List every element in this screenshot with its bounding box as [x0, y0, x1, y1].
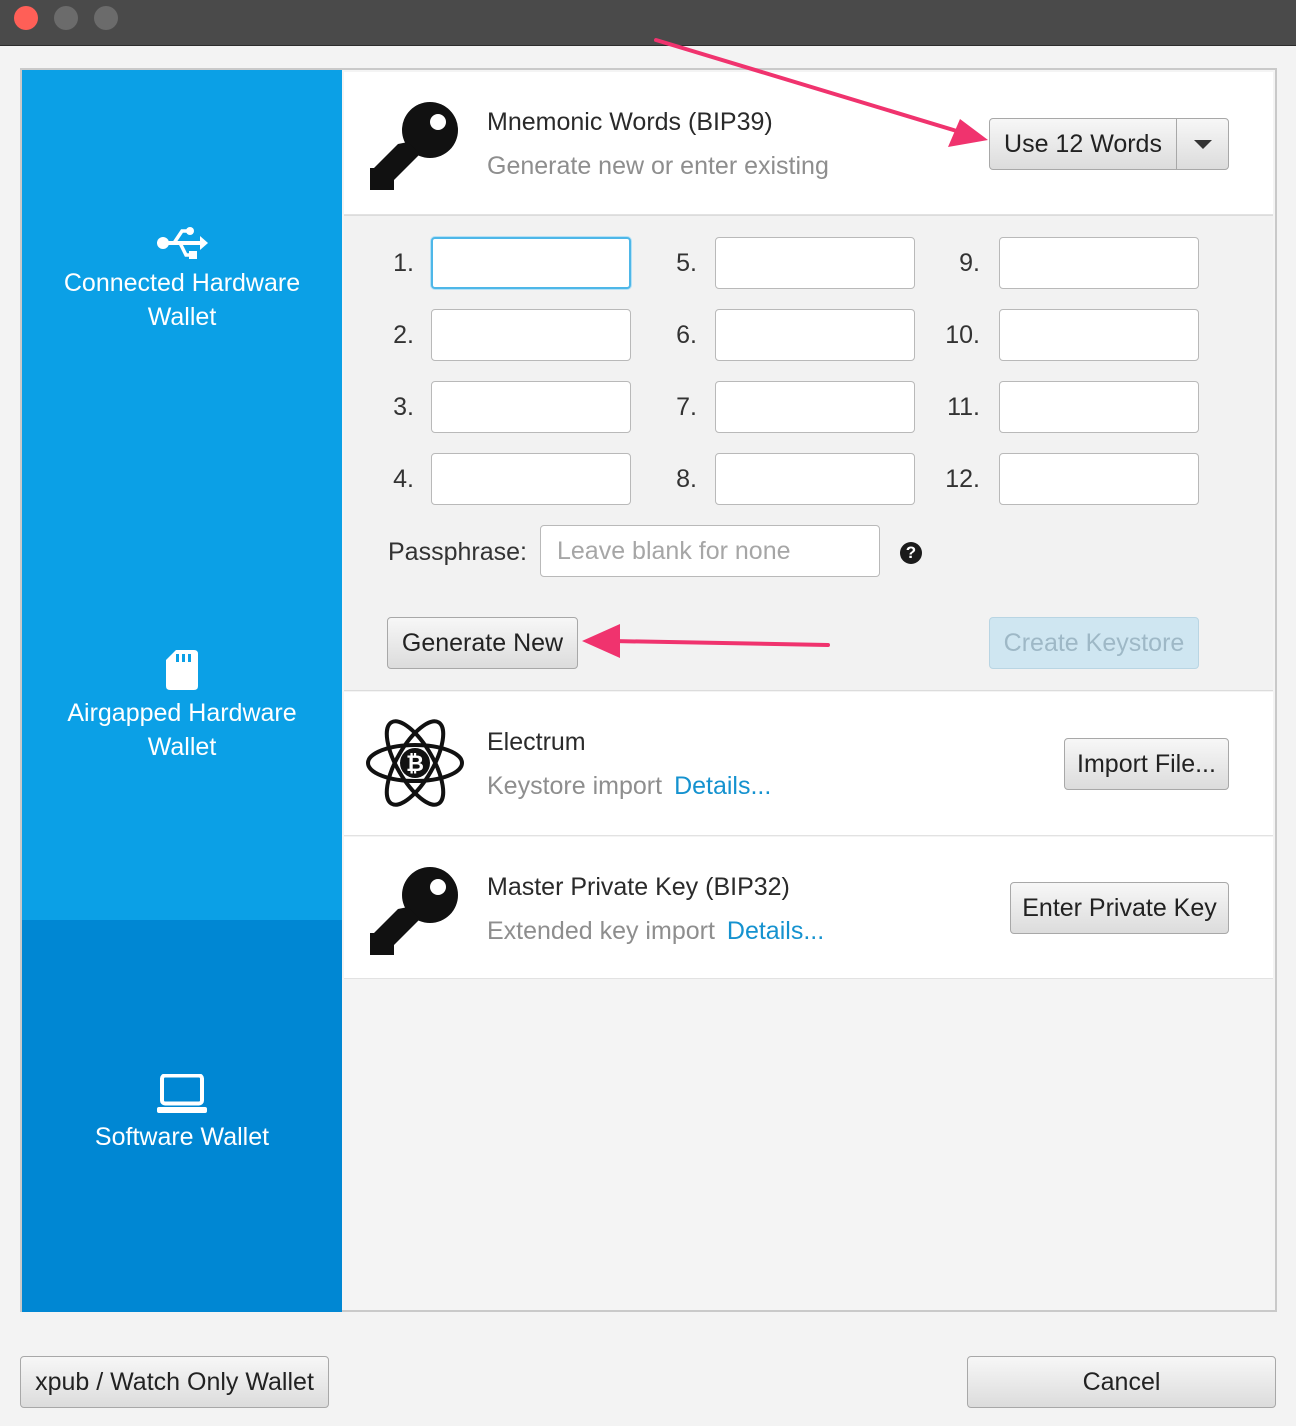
master-key-subtitle: Extended key import Details...: [487, 917, 824, 946]
import-file-button[interactable]: Import File...: [1064, 738, 1229, 790]
mnemonic-title: Mnemonic Words (BIP39): [487, 108, 773, 136]
word-input-8[interactable]: [715, 453, 915, 505]
chevron-down-icon: [1176, 119, 1228, 169]
mnemonic-entry-panel: 1. 2. 3. 4. 5. 6. 7. 8. 9. 10. 11. 12. P…: [344, 215, 1273, 691]
close-window-button[interactable]: [14, 6, 38, 30]
word-label-3: 3.: [393, 393, 414, 421]
master-key-details-link[interactable]: Details...: [727, 917, 824, 945]
sidebar-item-label: Connected Hardware Wallet: [63, 269, 301, 331]
word-label-10: 10.: [945, 321, 980, 349]
word-label-8: 8.: [676, 465, 697, 493]
word-label-2: 2.: [393, 321, 414, 349]
word-input-2[interactable]: [431, 309, 631, 361]
window-titlebar: [0, 0, 1296, 46]
sidebar-item-label: Software Wallet: [94, 1123, 270, 1151]
generate-new-button[interactable]: Generate New: [387, 617, 578, 669]
word-label-9: 9.: [959, 249, 980, 277]
master-key-subtitle-text: Extended key import: [487, 917, 715, 945]
word-input-6[interactable]: [715, 309, 915, 361]
sidebar-item-software-wallet[interactable]: Software Wallet: [22, 920, 342, 1312]
electrum-atom-icon: ₿: [366, 719, 464, 807]
usb-icon: [157, 227, 208, 259]
sidebar: Connected Hardware Wallet Airgapped Hard…: [22, 70, 342, 1312]
electrum-card: ₿ Electrum Keystore import Details... Imp…: [344, 692, 1273, 836]
word-input-3[interactable]: [431, 381, 631, 433]
mnemonic-card: Mnemonic Words (BIP39) Generate new or e…: [344, 72, 1273, 215]
word-label-7: 7.: [676, 393, 697, 421]
word-input-10[interactable]: [999, 309, 1199, 361]
laptop-icon: [157, 1074, 207, 1113]
word-input-4[interactable]: [431, 453, 631, 505]
sidebar-item-connected-hardware[interactable]: Connected Hardware Wallet: [22, 226, 342, 334]
minimize-window-button[interactable]: [54, 6, 78, 30]
word-label-12: 12.: [945, 465, 980, 493]
word-count-dropdown[interactable]: Use 12 Words: [989, 118, 1229, 170]
word-label-11: 11.: [947, 393, 980, 421]
word-input-5[interactable]: [715, 237, 915, 289]
help-icon[interactable]: ?: [900, 542, 922, 564]
word-label-6: 6.: [676, 321, 697, 349]
passphrase-input[interactable]: [540, 525, 880, 577]
electrum-subtitle: Keystore import Details...: [487, 772, 771, 801]
watch-only-wallet-button[interactable]: xpub / Watch Only Wallet: [20, 1356, 329, 1408]
cancel-button[interactable]: Cancel: [967, 1356, 1276, 1408]
sd-card-icon: [166, 650, 198, 690]
passphrase-label: Passphrase:: [388, 538, 527, 566]
zoom-window-button[interactable]: [94, 6, 118, 30]
word-input-9[interactable]: [999, 237, 1199, 289]
mnemonic-subtitle: Generate new or enter existing: [487, 152, 829, 180]
word-input-11[interactable]: [999, 381, 1199, 433]
create-keystore-button[interactable]: Create Keystore: [989, 617, 1199, 669]
word-input-1[interactable]: [431, 237, 631, 289]
word-label-4: 4.: [393, 465, 414, 493]
enter-private-key-button[interactable]: Enter Private Key: [1010, 882, 1229, 934]
word-label-5: 5.: [676, 249, 697, 277]
key-icon: [370, 867, 458, 955]
word-label-1: 1.: [393, 249, 414, 277]
master-private-key-card: Master Private Key (BIP32) Extended key …: [344, 837, 1273, 979]
key-icon: [370, 102, 458, 190]
electrum-title: Electrum: [487, 728, 586, 756]
electrum-details-link[interactable]: Details...: [674, 772, 771, 800]
word-input-7[interactable]: [715, 381, 915, 433]
word-count-label: Use 12 Words: [1004, 130, 1162, 158]
master-key-title: Master Private Key (BIP32): [487, 873, 790, 901]
electrum-subtitle-text: Keystore import: [487, 772, 663, 800]
sidebar-item-airgapped-hardware[interactable]: Airgapped Hardware Wallet: [22, 650, 342, 764]
sidebar-item-label: Airgapped Hardware Wallet: [67, 699, 297, 761]
svg-text:₿: ₿: [406, 752, 424, 777]
word-input-12[interactable]: [999, 453, 1199, 505]
